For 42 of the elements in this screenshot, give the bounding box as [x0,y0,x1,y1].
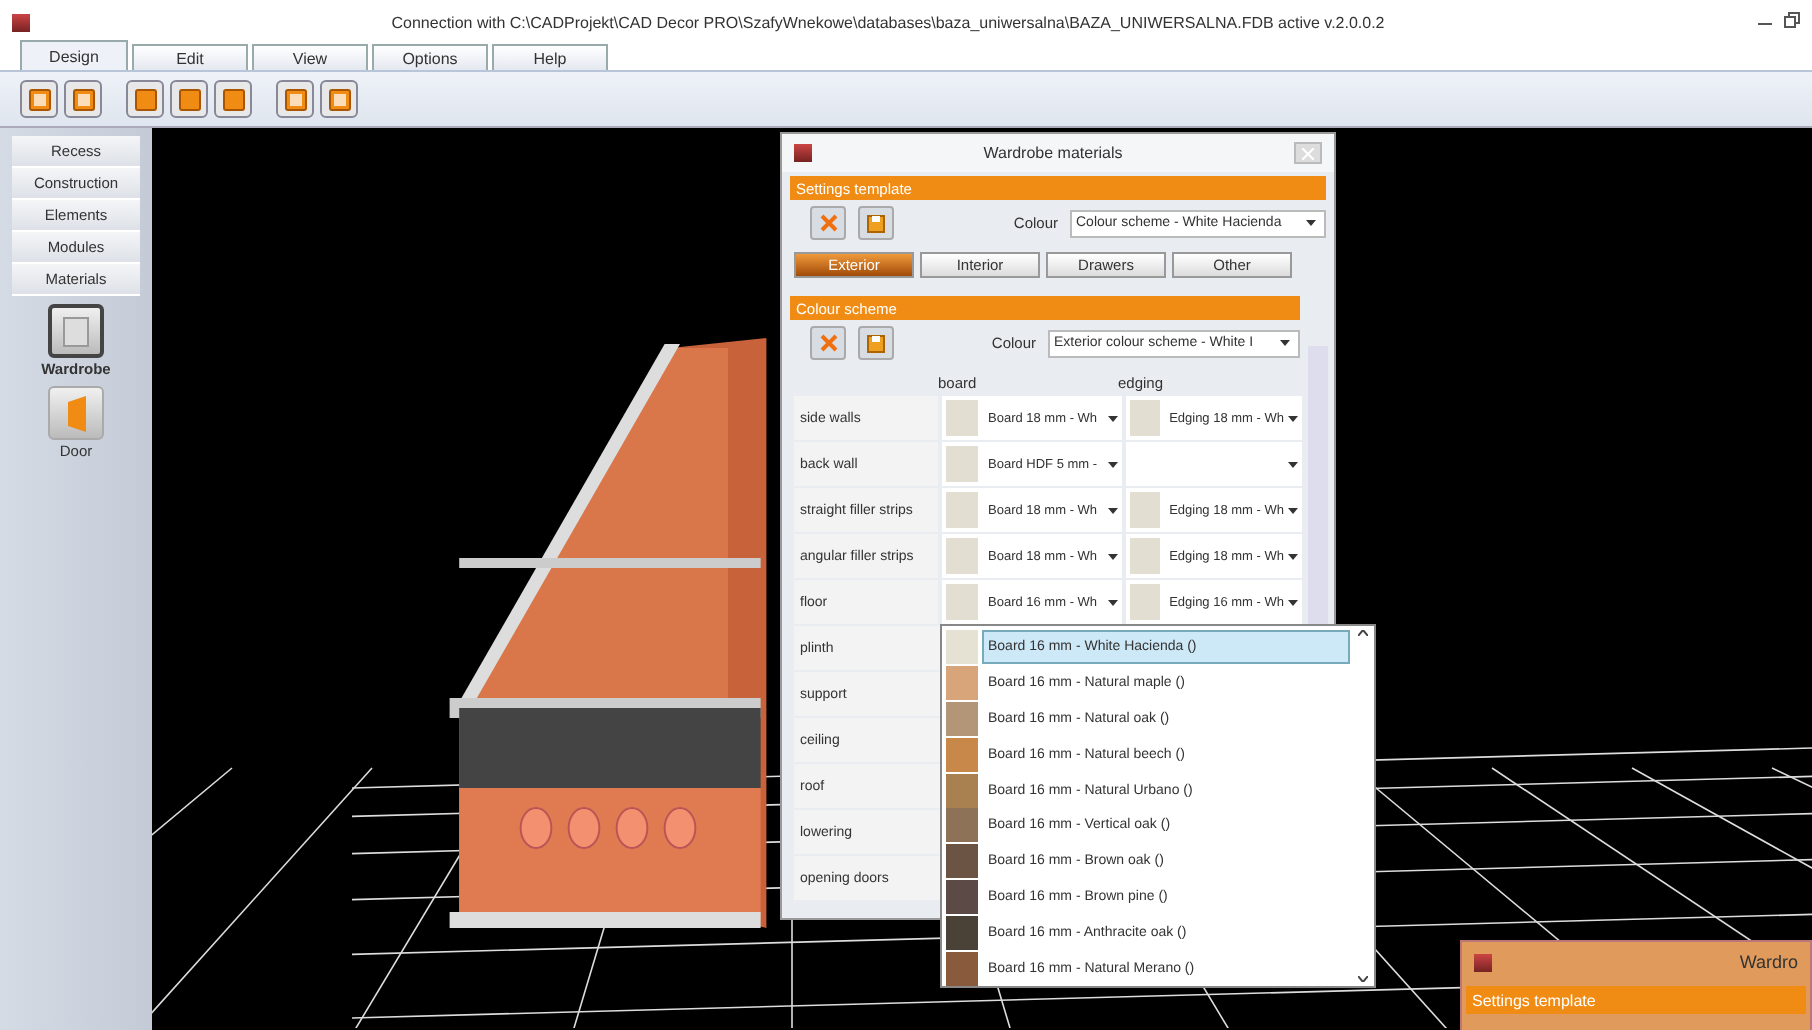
delete-button[interactable] [810,206,846,240]
save-button[interactable] [858,326,894,360]
panel-icon [133,87,157,111]
save-button[interactable] [858,206,894,240]
toolbar-button[interactable] [276,80,314,118]
caret-icon [1108,507,1118,513]
close-icon [1302,147,1314,159]
window-title: Connection with C:\CADProjekt\CAD Decor PRO\SzafyWnekowe\databases\baza_uniwersalna\BAZA_UNIWERSALNA.FDB active v.2.0.0.2 [389,13,1387,31]
toolbar-button[interactable] [64,80,102,118]
toolbar-button[interactable] [214,80,252,118]
caret-icon [1280,340,1290,346]
caret-icon [1288,553,1298,559]
toolbar-button[interactable] [320,80,358,118]
app-icon [12,13,30,31]
caret-icon [1108,461,1118,467]
caret-icon [1288,599,1298,605]
toolbar-button[interactable] [20,80,58,118]
restore-icon[interactable] [1784,12,1800,28]
delete-button[interactable] [810,326,846,360]
close-icon [819,334,837,352]
caret-icon [1288,507,1298,513]
window-title: Wardro [1739,952,1798,972]
caret-icon [1288,461,1298,467]
caret-icon [1306,220,1316,226]
scroll-down-icon[interactable] [1357,976,1367,982]
toolbar-button[interactable] [126,80,164,118]
ribbon-tab[interactable]: View [252,44,368,70]
caret-icon [1108,599,1118,605]
ribbon-tab[interactable]: Help [492,44,608,70]
ribbon-tab[interactable]: Options [372,44,488,70]
section-header: Settings template [1466,986,1806,1014]
caret-icon [1108,415,1118,421]
ribbon-tab[interactable]: Design [20,40,128,70]
dialog-title: Wardrobe materials [981,144,1125,162]
app-icon [794,144,812,162]
app-icon [1474,953,1492,971]
close-icon [819,214,837,232]
ribbon-tab[interactable]: Edit [132,44,248,70]
toolbar-button[interactable] [170,80,208,118]
scroll-up-icon[interactable] [1357,630,1367,636]
caret-icon [1288,415,1298,421]
caret-icon [1108,553,1118,559]
